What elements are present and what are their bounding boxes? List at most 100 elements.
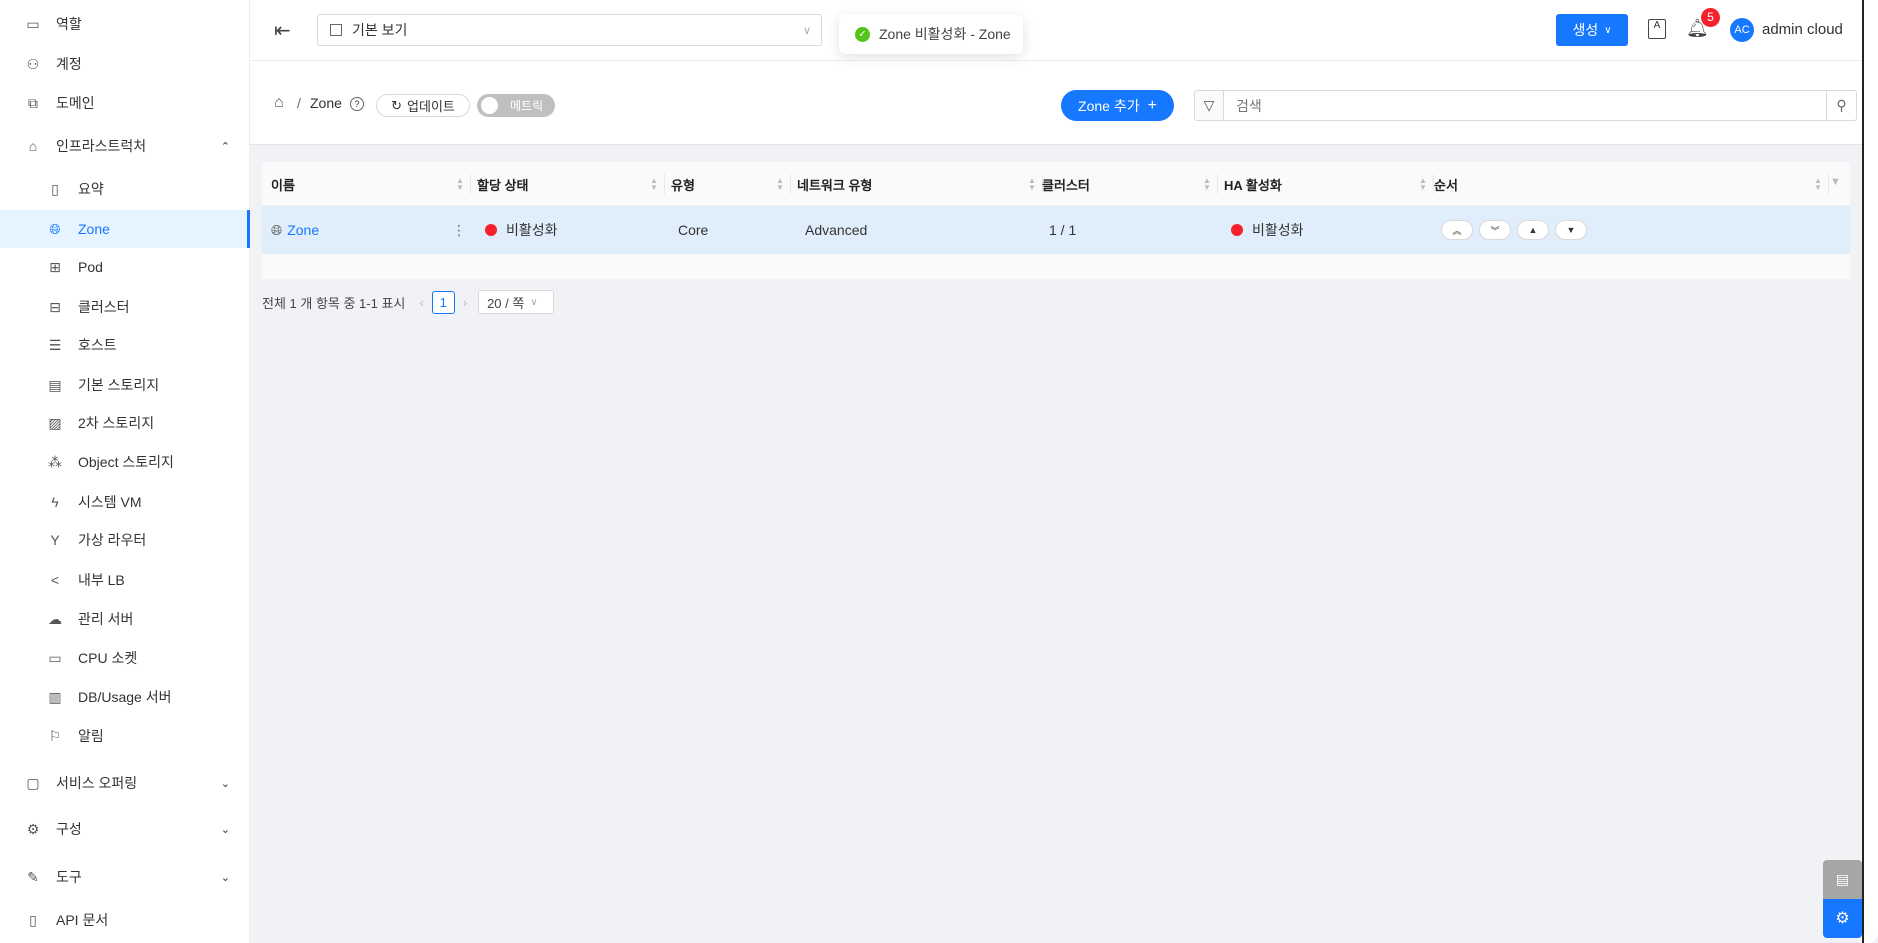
sidebar-item-0[interactable]: ▭ 역할: [0, 5, 250, 43]
sidebar-item-22[interactable]: ▯ API 문서: [0, 901, 250, 939]
column-label: 순서: [1434, 177, 1458, 193]
create-button[interactable]: 생성 ∨: [1556, 14, 1628, 46]
sort-icon[interactable]: ▲ ▼: [1028, 177, 1036, 192]
chevron-down-icon[interactable]: ⌄: [221, 823, 230, 836]
bank-icon: ⌂: [28, 138, 38, 154]
sidebar-item-8[interactable]: ☰ 호스트: [0, 326, 250, 364]
chevron-down-icon: ∨: [1604, 24, 1612, 36]
sort-icon[interactable]: ▲ ▼: [456, 177, 464, 192]
row-actions-menu-icon[interactable]: ⋮: [452, 206, 466, 254]
page-size-value: 20 / 쪽: [487, 295, 525, 311]
page-size-select[interactable]: 20 / 쪽 ∨: [478, 290, 555, 314]
zone-link[interactable]: Zone: [287, 222, 319, 238]
search-icon[interactable]: ⚲: [1826, 90, 1857, 121]
avatar[interactable]: AC: [1730, 18, 1754, 42]
sidebar-item-13[interactable]: Y 가상 라우터: [0, 521, 250, 559]
search-input[interactable]: [1223, 90, 1827, 121]
allocation-status: 비활성화: [506, 222, 558, 238]
chevron-down-icon: ∨: [530, 296, 538, 308]
page-1-button[interactable]: 1: [431, 290, 455, 314]
cell-order: ︽ ︾ ▲ ▼: [1441, 206, 1593, 254]
sidebar-item-14[interactable]: < 내부 LB: [0, 561, 250, 599]
filter-button[interactable]: ▽: [1194, 90, 1224, 121]
sidebar-item-label: 시스템 VM: [78, 494, 142, 510]
cell-network: Advanced: [805, 222, 868, 238]
status-dot: [1231, 224, 1243, 236]
chevron-up-icon[interactable]: ⌃: [221, 140, 230, 153]
sidebar-item-11[interactable]: ⁂ Object 스토리지: [0, 443, 250, 481]
column-label: 할당 상태: [477, 177, 529, 193]
column-header-0[interactable]: 이름: [271, 162, 295, 206]
sidebar-item-16[interactable]: ▭ CPU 소켓: [0, 639, 250, 677]
user-name[interactable]: admin cloud: [1762, 21, 1843, 38]
add-zone-button[interactable]: Zone 추가 +: [1061, 90, 1174, 121]
check-circle-icon: ✓: [855, 26, 870, 42]
translate-icon[interactable]: A: [1648, 19, 1666, 39]
sidebar-item-5[interactable]: 🌐︎ Zone: [0, 210, 250, 248]
sidebar-item-label: 구성: [56, 821, 82, 837]
column-filter-icon[interactable]: ▼: [1830, 176, 1841, 188]
move-top-button[interactable]: ︽: [1441, 220, 1473, 240]
sidebar-item-label: 관리 서버: [78, 611, 134, 627]
sidebar-item-17[interactable]: ▥ DB/Usage 서버: [0, 678, 250, 716]
sort-icon[interactable]: ▲ ▼: [776, 177, 784, 192]
pagination-summary: 전체 1 개 항목 중 1-1 표시: [262, 295, 406, 311]
sidebar-item-19[interactable]: ▢ 서비스 오퍼링 ⌄: [0, 764, 250, 802]
sidebar-item-15[interactable]: ☁ 관리 서버: [0, 600, 250, 638]
grid-icon: ⊞: [49, 258, 61, 275]
home-icon[interactable]: ⌂: [274, 94, 284, 112]
sidebar-item-label: 계정: [56, 56, 82, 72]
column-header-3[interactable]: 네트워크 유형: [797, 162, 872, 206]
chevron-down-icon[interactable]: ⌄: [221, 777, 230, 790]
sort-icon[interactable]: ▲ ▼: [1814, 177, 1822, 192]
calendar-button[interactable]: ▤: [1823, 860, 1862, 899]
sidebar-item-1[interactable]: ⚇ 계정: [0, 45, 250, 83]
metrics-toggle[interactable]: 메트릭: [477, 94, 555, 117]
sidebar-item-label: API 문서: [56, 912, 109, 928]
sidebar-item-9[interactable]: ▤ 기본 스토리지: [0, 366, 250, 404]
prev-page-icon[interactable]: ‹: [419, 295, 423, 310]
sidebar-item-7[interactable]: ⊟ 클러스터: [0, 288, 250, 326]
column-header-4[interactable]: 클러스터: [1042, 162, 1090, 206]
sidebar-item-label: 기본 스토리지: [78, 377, 160, 393]
sort-icon[interactable]: ▲ ▼: [1203, 177, 1211, 192]
column-header-1[interactable]: 할당 상태: [477, 162, 528, 206]
help-icon[interactable]: ?: [350, 97, 364, 111]
settings-button[interactable]: ⚙: [1823, 899, 1862, 938]
move-bottom-button[interactable]: ︾: [1479, 220, 1511, 240]
sidebar-item-label: 도메인: [56, 95, 95, 111]
pagination: 전체 1 개 항목 중 1-1 표시 ‹ 1 › 20 / 쪽 ∨: [262, 290, 555, 314]
column-header-5[interactable]: HA 활성화: [1224, 162, 1282, 206]
move-down-button[interactable]: ▼: [1555, 220, 1587, 240]
refresh-button[interactable]: ↻ 업데이트: [376, 94, 470, 117]
sort-icon[interactable]: ▲ ▼: [1419, 177, 1427, 192]
sidebar-item-label: 서비스 오퍼링: [56, 775, 138, 791]
flag-icon: ⚐: [48, 727, 62, 744]
sidebar-item-label: Pod: [78, 259, 103, 275]
sidebar-item-2[interactable]: ⧉ 도메인: [0, 84, 250, 122]
sidebar-item-10[interactable]: ▨ 2차 스토리지: [0, 404, 250, 442]
sidebar-item-21[interactable]: ✎ 도구 ⌄: [0, 858, 250, 896]
table-row[interactable]: 🌐︎ Zone ⋮ 비활성화 Core Advanced 1 / 1 비활성화 …: [262, 206, 1850, 254]
chevron-down-icon[interactable]: ⌄: [221, 871, 230, 884]
sort-icon[interactable]: ▲ ▼: [650, 177, 658, 192]
sidebar-item-18[interactable]: ⚐ 알림: [0, 717, 250, 755]
view-select[interactable]: 기본 보기 ∨: [317, 14, 822, 46]
sidebar-item-label: 알림: [78, 728, 104, 744]
column-header-2[interactable]: 유형: [671, 162, 695, 206]
image-icon: ▨: [48, 414, 62, 431]
book-icon: ▯: [51, 180, 59, 197]
collapse-menu-icon[interactable]: ⇤: [274, 18, 291, 43]
sidebar-item-12[interactable]: ϟ 시스템 VM: [0, 483, 250, 521]
top-header: ⇤ 기본 보기 ∨ 생성 ∨ A 🔔︎ 5 AC admin cloud: [250, 0, 1862, 61]
add-zone-label: Zone 추가: [1078, 97, 1140, 114]
move-up-button[interactable]: ▲: [1517, 220, 1549, 240]
sidebar-item-3[interactable]: ⌂ 인프라스트럭처 ⌃: [0, 127, 250, 165]
column-header-6[interactable]: 순서: [1434, 162, 1458, 206]
zones-table: 이름 ▲ ▼ 할당 상태 ▲ ▼ 유형 ▲ ▼ 네트워크 유형 ▲ ▼ 클러스터 ▲ ▼ HA 활성화 ▲ ▼ 순서…: [262, 162, 1850, 279]
cell-name[interactable]: 🌐︎ Zone: [271, 206, 319, 254]
sidebar-item-20[interactable]: ⚙ 구성 ⌄: [0, 810, 250, 848]
sidebar-item-4[interactable]: ▯ 요약: [0, 170, 250, 208]
next-page-icon[interactable]: ›: [463, 295, 467, 310]
sidebar-item-6[interactable]: ⊞ Pod: [0, 248, 250, 286]
